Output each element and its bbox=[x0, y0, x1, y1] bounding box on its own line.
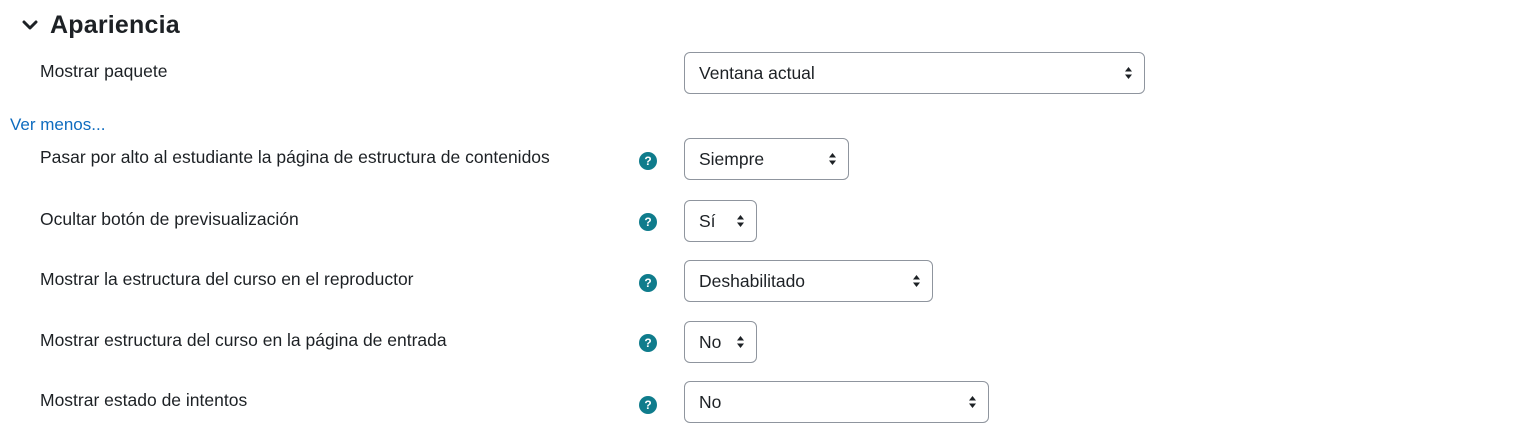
course-structure-entry-select[interactable]: No bbox=[684, 321, 757, 363]
setting-row-course-structure-entry: Mostrar estructura del curso en la págin… bbox=[0, 321, 1522, 363]
show-less-link[interactable]: Ver menos... bbox=[10, 115, 105, 135]
chevron-down-icon bbox=[20, 15, 40, 35]
select-caret-icon bbox=[969, 396, 976, 408]
setting-label: Ocultar botón de previsualización bbox=[40, 209, 299, 229]
hide-preview-button-select[interactable]: Sí bbox=[684, 200, 757, 242]
select-value: No bbox=[699, 331, 722, 352]
select-value: Siempre bbox=[699, 148, 765, 169]
section-toggle-apariencia[interactable]: Apariencia bbox=[20, 8, 180, 42]
question-circle-icon[interactable]: ? bbox=[639, 274, 657, 292]
setting-row-skip-structure-page: Pasar por alto al estudiante la página d… bbox=[0, 138, 1522, 180]
setting-row-display-package: Mostrar paquete Ventana actual bbox=[0, 52, 1522, 94]
select-caret-icon bbox=[737, 336, 744, 348]
question-circle-icon[interactable]: ? bbox=[639, 396, 657, 414]
select-caret-icon bbox=[737, 215, 744, 227]
setting-row-hide-preview-button: Ocultar botón de previsualización ? Sí bbox=[0, 200, 1522, 242]
select-caret-icon bbox=[913, 275, 920, 287]
select-value: Sí bbox=[699, 210, 716, 231]
display-package-select[interactable]: Ventana actual bbox=[684, 52, 1145, 94]
select-caret-icon bbox=[829, 153, 836, 165]
setting-label: Mostrar estructura del curso en la págin… bbox=[40, 330, 447, 350]
setting-row-attempt-status: Mostrar estado de intentos ? No bbox=[0, 381, 1522, 423]
setting-label: Pasar por alto al estudiante la página d… bbox=[40, 147, 550, 167]
attempt-status-select[interactable]: No bbox=[684, 381, 989, 423]
question-circle-icon[interactable]: ? bbox=[639, 334, 657, 352]
setting-label: Mostrar paquete bbox=[40, 61, 168, 81]
skip-structure-page-select[interactable]: Siempre bbox=[684, 138, 849, 180]
question-circle-icon[interactable]: ? bbox=[639, 152, 657, 170]
setting-label: Mostrar estado de intentos bbox=[40, 390, 248, 410]
select-caret-icon bbox=[1125, 67, 1132, 79]
setting-row-course-structure-player: Mostrar la estructura del curso en el re… bbox=[0, 260, 1522, 302]
setting-label: Mostrar la estructura del curso en el re… bbox=[40, 269, 414, 289]
select-value: No bbox=[699, 391, 722, 412]
section-title: Apariencia bbox=[50, 10, 180, 39]
select-value: Ventana actual bbox=[699, 62, 815, 83]
question-circle-icon[interactable]: ? bbox=[639, 213, 657, 231]
select-value: Deshabilitado bbox=[699, 270, 806, 291]
course-structure-player-select[interactable]: Deshabilitado bbox=[684, 260, 933, 302]
